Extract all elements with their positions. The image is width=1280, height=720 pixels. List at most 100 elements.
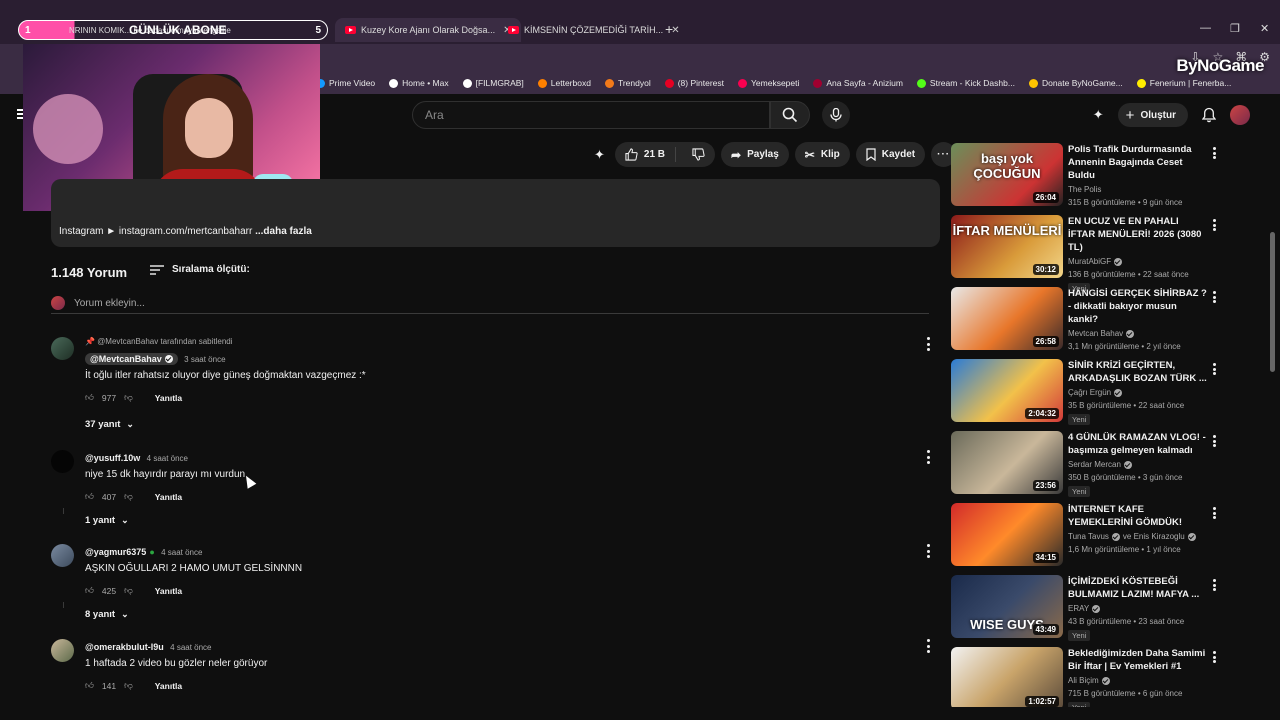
comment-menu-icon[interactable]	[925, 450, 931, 464]
minimize-button[interactable]: —	[1200, 22, 1211, 34]
bookmark-item[interactable]: Donate ByNoGame...	[1028, 78, 1123, 88]
video-menu-icon[interactable]	[1213, 507, 1217, 519]
video-menu-icon[interactable]	[1213, 363, 1217, 375]
channel-name[interactable]: Ali Biçim	[1068, 676, 1208, 685]
maximize-button[interactable]: ❐	[1230, 22, 1240, 35]
dislike-icon[interactable]: 👎︎	[124, 491, 133, 502]
like-icon[interactable]: 👍︎	[85, 680, 94, 691]
gem-icon[interactable]: ✦	[594, 147, 605, 163]
video-thumbnail[interactable]: 2:04:32	[951, 359, 1063, 422]
recommended-video[interactable]: İFTAR MENÜLERİ 30:12 EN UCUZ VE EN PAHALI …	[951, 215, 1221, 294]
reply-button[interactable]: Yanıtla	[155, 492, 182, 502]
avatar[interactable]	[51, 450, 74, 473]
comment-time[interactable]: 4 saat önce	[161, 548, 202, 557]
search-input[interactable]: Ara	[412, 101, 770, 129]
bookmark-item[interactable]: Home • Max	[389, 78, 449, 88]
close-window-button[interactable]: ✕	[1260, 22, 1269, 35]
video-thumbnail[interactable]: başı yok ÇOCUĞUN 26:04	[951, 143, 1063, 206]
comment-time[interactable]: 4 saat önce	[147, 454, 188, 463]
reply-button[interactable]: Yanıtla	[155, 586, 182, 596]
video-menu-icon[interactable]	[1213, 579, 1217, 591]
create-button[interactable]: + Oluştur	[1117, 103, 1188, 127]
channel-name[interactable]: Çağrı Ergün	[1068, 388, 1208, 397]
recommended-video[interactable]: 23:56 4 GÜNLÜK RAMAZAN VLOG! - başımıza g…	[951, 431, 1221, 497]
comment-time[interactable]: 4 saat önce	[170, 643, 211, 652]
bookmark-item[interactable]: (8) Pinterest	[664, 78, 724, 88]
avatar[interactable]	[51, 544, 74, 567]
avatar[interactable]	[51, 337, 74, 360]
video-thumbnail[interactable]: WISE GUYS 43:49	[951, 575, 1063, 638]
like-icon[interactable]: 👍︎	[85, 491, 94, 502]
recommended-video[interactable]: 34:15 İNTERNET KAFE YEMEKLERİNİ GÖMDÜK! Tu…	[951, 503, 1221, 567]
comment-author[interactable]: @yagmur6375 ●	[85, 547, 155, 557]
video-thumbnail[interactable]: 26:58	[951, 287, 1063, 350]
show-more-link[interactable]: ...daha fazla	[255, 226, 312, 237]
like-icon[interactable]: 👍︎	[85, 585, 94, 596]
comment-menu-icon[interactable]	[925, 337, 931, 351]
channel-name[interactable]: ERAY	[1068, 604, 1208, 613]
like-button[interactable]: 21 B	[615, 147, 677, 162]
bookmark-item[interactable]: Trendyol	[604, 78, 651, 88]
channel-name[interactable]: Serdar Mercan	[1068, 460, 1208, 469]
comment-author[interactable]: @yusuff.10w	[85, 453, 140, 463]
tab-kuzey-kore[interactable]: Kuzey Kore Ajanı Olarak Doğsa... ✕	[335, 18, 522, 42]
tab-kimsenin[interactable]: KİMSENİN ÇÖZEMEDİĞİ TARİH... ✕	[500, 18, 688, 42]
bookmark-item[interactable]: Prime Video	[316, 78, 375, 88]
dislike-icon[interactable]: 👎︎	[124, 680, 133, 691]
gem-icon[interactable]: ✦	[1093, 107, 1104, 123]
video-title[interactable]: İNTERNET KAFE YEMEKLERİNİ GÖMDÜK!	[1068, 503, 1208, 529]
account-avatar[interactable]	[1230, 105, 1250, 125]
video-title[interactable]: SİNİR KRİZİ GEÇİRTEN, ARKADAŞLIK BOZAN T…	[1068, 359, 1208, 385]
dislike-button[interactable]	[682, 148, 715, 161]
comment-menu-icon[interactable]	[925, 639, 931, 653]
replies-toggle[interactable]: 1 yanıt ⌄	[85, 515, 129, 526]
like-icon[interactable]: 👍︎	[85, 392, 94, 403]
video-thumbnail[interactable]: 34:15	[951, 503, 1063, 566]
voice-search-button[interactable]	[822, 101, 850, 129]
comment-author[interactable]: @omerakbulut-l9u	[85, 642, 164, 652]
video-menu-icon[interactable]	[1213, 291, 1217, 303]
video-thumbnail[interactable]: İFTAR MENÜLERİ 30:12	[951, 215, 1063, 278]
video-thumbnail[interactable]: 1:02:57	[951, 647, 1063, 707]
video-title[interactable]: EN UCUZ VE EN PAHALI İFTAR MENÜLERİ! 202…	[1068, 215, 1208, 254]
video-menu-icon[interactable]	[1213, 147, 1217, 159]
video-title[interactable]: HANGİSİ GERÇEK SİHİRBAZ ? - dikkatli bak…	[1068, 287, 1208, 326]
recommended-video[interactable]: 2:04:32 SİNİR KRİZİ GEÇİRTEN, ARKADAŞLIK …	[951, 359, 1221, 425]
comment-time[interactable]: 3 saat önce	[184, 355, 225, 364]
video-menu-icon[interactable]	[1213, 651, 1217, 663]
dislike-icon[interactable]: 👎︎	[124, 585, 133, 596]
new-tab-button[interactable]: +	[665, 21, 673, 37]
clip-button[interactable]: ✂ Klip	[794, 142, 850, 167]
bookmark-item[interactable]: Yemeksepeti	[738, 78, 799, 88]
sort-button[interactable]: Sıralama ölçütü:	[150, 264, 250, 275]
video-title[interactable]: Polis Trafik Durdurmasında Annenin Bagaj…	[1068, 143, 1208, 182]
recommended-video[interactable]: WISE GUYS 43:49 İÇİMİZDEKİ KÖSTEBEĞİ BULMA…	[951, 575, 1221, 641]
dislike-icon[interactable]: 👎︎	[124, 392, 133, 403]
recommended-video[interactable]: başı yok ÇOCUĞUN 26:04 Polis Trafik Durdur…	[951, 143, 1221, 207]
channel-name[interactable]: MuratAbiGF	[1068, 257, 1208, 266]
reply-button[interactable]: Yanıtla	[155, 393, 182, 403]
save-button[interactable]: Kaydet	[855, 142, 926, 167]
comment-menu-icon[interactable]	[925, 544, 931, 558]
video-menu-icon[interactable]	[1213, 435, 1217, 447]
share-button[interactable]: ➦ Paylaş	[721, 142, 789, 167]
bookmark-item[interactable]: [FILMGRAB]	[462, 78, 524, 88]
video-title[interactable]: 4 GÜNLÜK RAMAZAN VLOG! - başımıza gelmey…	[1068, 431, 1208, 457]
avatar[interactable]	[51, 639, 74, 662]
video-description[interactable]: Instagram ► instagram.com/mertcanbaharr …	[51, 179, 940, 247]
add-comment-field[interactable]: Yorum ekleyin...	[51, 296, 929, 314]
video-title[interactable]: Beklediğimizden Daha Samimi Bir İftar | …	[1068, 647, 1208, 673]
menu-icon[interactable]	[17, 109, 23, 119]
bell-icon[interactable]	[1202, 107, 1216, 123]
bookmark-item[interactable]: Ana Sayfa - Anizium	[813, 78, 903, 88]
search-button[interactable]	[770, 101, 810, 129]
comment-author[interactable]: @MevtcanBahav	[85, 353, 178, 365]
bookmark-item[interactable]: Stream - Kick Dashb...	[916, 78, 1015, 88]
reply-button[interactable]: Yanıtla	[155, 681, 182, 691]
video-thumbnail[interactable]: 23:56	[951, 431, 1063, 494]
channel-name[interactable]: The Polis	[1068, 185, 1208, 194]
bookmark-item[interactable]: Fenerium | Fenerba...	[1136, 78, 1231, 88]
channel-name[interactable]: Tuna Tavus ve Enis Kirazoglu	[1068, 532, 1208, 541]
video-title[interactable]: İÇİMİZDEKİ KÖSTEBEĞİ BULMAMIZ LAZIM! MAF…	[1068, 575, 1208, 601]
scrollbar[interactable]	[1270, 232, 1275, 372]
